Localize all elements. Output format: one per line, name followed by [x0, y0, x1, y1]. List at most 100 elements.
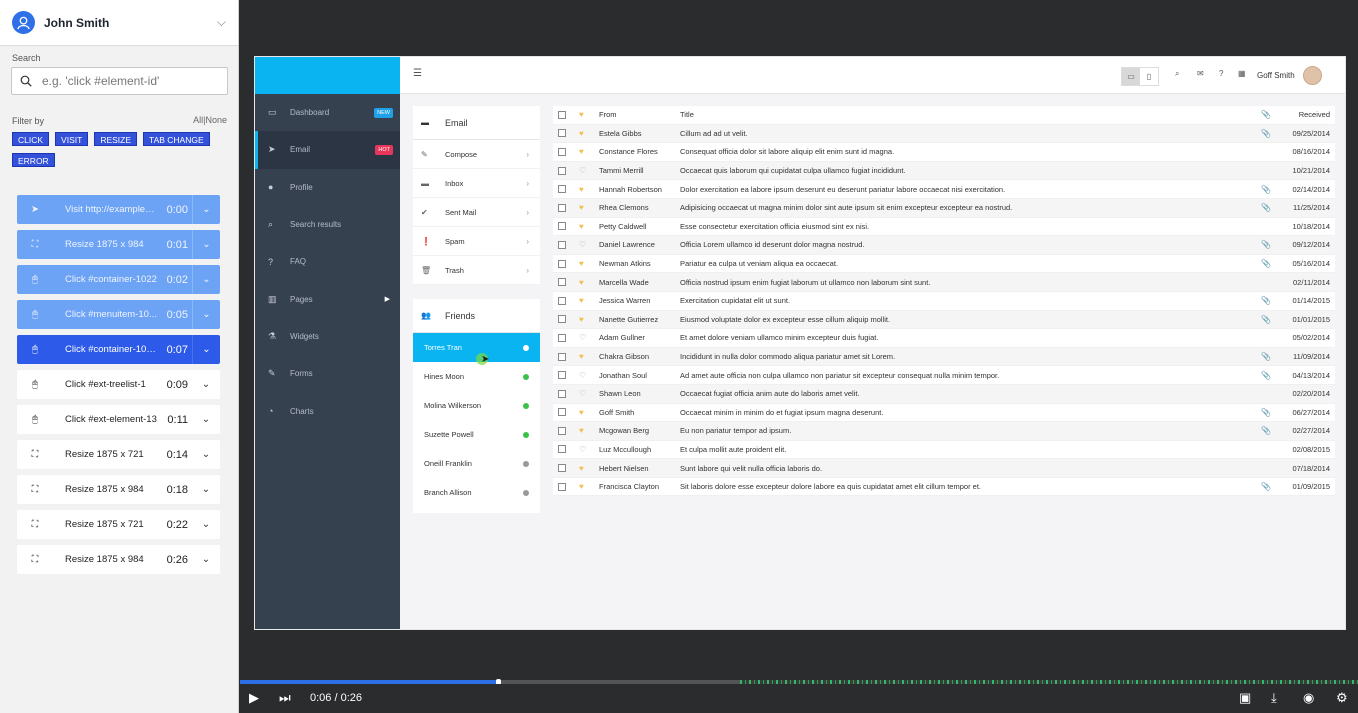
event-item[interactable]: ⛶ Resize 1875 x 984 0:26 ⌄ [17, 545, 220, 574]
mail-icon[interactable]: ✉ [1197, 69, 1204, 78]
heart-outline-icon[interactable]: ♡ [579, 445, 599, 454]
chevron-down-icon[interactable]: ⌄ [192, 300, 220, 329]
nav-item-charts[interactable]: ◔ Charts [255, 392, 400, 429]
grid-icon[interactable]: ▦ [1238, 69, 1246, 78]
chevron-down-icon[interactable]: ⌄ [192, 475, 220, 504]
table-row[interactable]: ♥ Marcella Wade Officia nostrud ipsum enim… [553, 273, 1335, 292]
row-checkbox[interactable] [558, 129, 566, 138]
heart-filled-icon[interactable]: ♥ [579, 315, 599, 324]
chevron-down-icon[interactable]: ⌄ [192, 545, 220, 574]
filter-error-button[interactable]: ERROR [12, 153, 55, 167]
user-header[interactable]: John Smith ⌵ [0, 0, 238, 46]
event-item[interactable]: 🖱 Click #container-1022 0:02 ⌄ [17, 265, 220, 294]
search-box[interactable] [11, 67, 228, 95]
filter-tab-change-button[interactable]: TAB CHANGE [143, 132, 210, 146]
heart-filled-icon[interactable]: ♥ [579, 482, 599, 491]
play-icon[interactable]: ▶ [249, 690, 259, 706]
heart-filled-icon[interactable]: ♥ [579, 222, 599, 231]
table-row[interactable]: ♡ Tammi Merrill Occaecat quis laborum qui … [553, 161, 1335, 181]
chevron-down-icon[interactable]: ⌄ [192, 195, 220, 224]
row-checkbox[interactable] [558, 333, 566, 342]
heart-filled-icon[interactable]: ♥ [579, 464, 599, 473]
table-row[interactable]: ♥ Hannah Robertson Dolor exercitation ea l… [553, 180, 1335, 199]
nav-item-widgets[interactable]: ⚗ Widgets [255, 318, 400, 355]
heart-filled-icon[interactable]: ♥ [579, 185, 599, 194]
heart-filled-icon[interactable]: ♥ [579, 259, 599, 268]
row-checkbox[interactable] [558, 426, 566, 435]
help-icon[interactable]: ? [1219, 69, 1223, 78]
mobile-view-icon[interactable]: ▯ [1140, 68, 1158, 85]
chevron-down-icon[interactable]: ⌄ [192, 230, 220, 259]
friend-item[interactable]: Oneill Franklin [413, 449, 540, 478]
row-checkbox[interactable] [558, 371, 566, 380]
table-row[interactable]: ♥ Mcgowan Berg Eu non pariatur tempor ad i… [553, 422, 1335, 441]
nav-item-search-results[interactable]: ⌕ Search results [255, 206, 400, 243]
row-checkbox[interactable] [558, 315, 566, 324]
heart-filled-icon[interactable]: ♥ [579, 296, 599, 305]
filter-none-link[interactable]: None [205, 115, 227, 125]
email-menu-spam[interactable]: ❗ Spam › [413, 227, 540, 256]
heart-filled-icon[interactable]: ♥ [579, 408, 599, 417]
console-icon[interactable]: ▣ [1239, 690, 1251, 706]
download-icon[interactable]: ⤓ [1271, 690, 1277, 706]
filter-visit-button[interactable]: VISIT [55, 132, 89, 146]
event-item[interactable]: 🖱 Click #menuitem-10... 0:05 ⌄ [17, 300, 220, 329]
friend-item[interactable]: Suzette Powell [413, 420, 540, 449]
heart-filled-icon[interactable]: ♥ [579, 203, 599, 212]
chevron-down-icon[interactable]: ⌄ [192, 510, 220, 539]
table-row[interactable]: ♥ Goff Smith Occaecat minim in minim do et… [553, 404, 1335, 423]
nav-item-forms[interactable]: ✎ Forms [255, 355, 400, 392]
row-checkbox[interactable] [558, 203, 566, 212]
row-checkbox[interactable] [558, 389, 566, 398]
chevron-down-icon[interactable]: ⌄ [192, 370, 220, 399]
event-item[interactable]: ⛶ Resize 1875 x 984 0:18 ⌄ [17, 475, 220, 504]
skip-next-icon[interactable]: ⏭ [279, 690, 291, 706]
table-row[interactable]: ♥ Francisca Clayton Sit laboris dolore ess… [553, 478, 1335, 497]
heart-filled-icon[interactable]: ♥ [579, 129, 599, 138]
table-row[interactable]: ♡ Daniel Lawrence Officia Lorem ullamco id… [553, 236, 1335, 255]
heart-outline-icon[interactable]: ♡ [579, 389, 599, 398]
chevron-down-icon[interactable]: ⌄ [192, 335, 220, 364]
select-all-checkbox[interactable] [558, 110, 566, 119]
eye-icon[interactable]: ◉ [1303, 690, 1314, 706]
table-row[interactable]: ♥ Chakra Gibson Incididunt in nulla dolor … [553, 347, 1335, 367]
table-row[interactable]: ♡ Jonathan Soul Ad amet aute officia non c… [553, 366, 1335, 385]
heart-filled-icon[interactable]: ♥ [579, 278, 599, 287]
table-row[interactable]: ♥ Jessica Warren Exercitation cupidatat el… [553, 292, 1335, 311]
table-row[interactable]: ♥ Estela Gibbs Cillum ad ad ut velit. 📎 09/2… [553, 124, 1335, 144]
table-row[interactable]: ♥ Newman Atkins Pariatur ea culpa ut venia… [553, 255, 1335, 274]
row-checkbox[interactable] [558, 259, 566, 268]
email-menu-sent-mail[interactable]: ✔ Sent Mail › [413, 198, 540, 227]
email-menu-inbox[interactable]: ▬ Inbox › [413, 169, 540, 198]
row-checkbox[interactable] [558, 166, 566, 175]
hamburger-icon[interactable]: ☰ [413, 68, 422, 79]
email-menu-trash[interactable]: 🗑 Trash › [413, 256, 540, 285]
chevron-down-icon[interactable]: ⌵ [217, 15, 226, 30]
table-row[interactable]: ♡ Luz Mccullough Et culpa mollit aute proi… [553, 441, 1335, 460]
row-checkbox[interactable] [558, 147, 566, 156]
event-item[interactable]: ⛶ Resize 1875 x 721 0:22 ⌄ [17, 510, 220, 539]
nav-item-profile[interactable]: ● Profile [255, 169, 400, 206]
desktop-view-icon[interactable]: ▭ [1122, 68, 1140, 85]
row-checkbox[interactable] [558, 445, 566, 454]
filter-all-link[interactable]: All [193, 115, 203, 125]
friend-item[interactable]: Hines Moon [413, 362, 540, 391]
friend-item[interactable]: Branch Allison [413, 478, 540, 507]
search-icon[interactable]: ⌕ [1175, 69, 1179, 79]
row-checkbox[interactable] [558, 222, 566, 231]
app-user-avatar[interactable] [1303, 66, 1322, 85]
row-checkbox[interactable] [558, 278, 566, 287]
row-checkbox[interactable] [558, 408, 566, 417]
nav-item-faq[interactable]: ? FAQ [255, 243, 400, 280]
heart-outline-icon[interactable]: ♡ [579, 333, 599, 342]
heart-filled-icon[interactable]: ♥ [579, 147, 599, 156]
heart-outline-icon[interactable]: ♡ [579, 240, 599, 249]
table-row[interactable]: ♡ Shawn Leon Occaecat fugiat officia anim … [553, 384, 1335, 404]
event-item[interactable]: ⛶ Resize 1875 x 721 0:14 ⌄ [17, 440, 220, 469]
table-row[interactable]: ♡ Adam Gullner Et amet dolore veniam ullam… [553, 329, 1335, 348]
table-row[interactable]: ♥ Hebert Nielsen Sunt labore qui velit nul… [553, 459, 1335, 478]
search-input[interactable] [42, 74, 212, 88]
chevron-down-icon[interactable]: ⌄ [192, 440, 220, 469]
table-row[interactable]: ♥ Nanette Gutierrez Eiusmod voluptate dolo… [553, 310, 1335, 330]
nav-item-pages[interactable]: ▥ Pages ▶ [255, 280, 400, 317]
